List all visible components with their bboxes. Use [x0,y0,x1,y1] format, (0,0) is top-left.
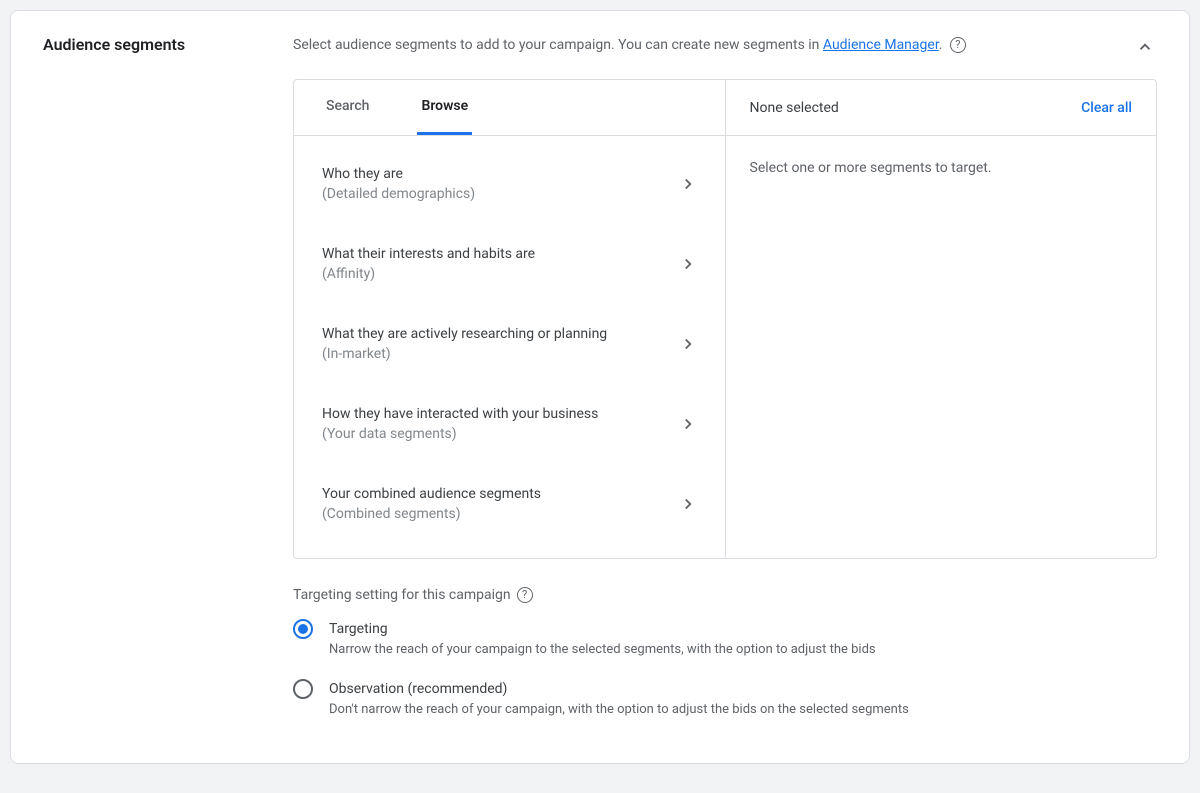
category-subtitle: (Your data segments) [322,424,667,444]
radio-desc: Don't narrow the reach of your campaign,… [329,701,909,719]
radio-text: Observation (recommended) Don't narrow t… [329,679,909,719]
desc-prefix: Select audience segments to add to your … [293,37,823,53]
category-text: What their interests and habits are (Aff… [322,244,679,284]
category-combined[interactable]: Your combined audience segments (Combine… [294,464,725,544]
targeting-heading: Targeting setting for this campaign ? [293,587,1157,603]
card-header: Audience segments Select audience segmen… [43,35,1157,59]
selected-header: None selected Clear all [726,80,1157,136]
category-text: Who they are (Detailed demographics) [322,164,679,204]
radio-button-icon [293,619,313,639]
category-list: Who they are (Detailed demographics) Wha… [294,136,725,552]
header-right: Select audience segments to add to your … [293,35,1157,59]
tab-search[interactable]: Search [322,80,373,135]
category-subtitle: (Affinity) [322,264,667,284]
category-title: Who they are [322,164,667,184]
category-title: Your combined audience segments [322,484,667,504]
radio-button-icon [293,679,313,699]
selected-count-label: None selected [750,100,839,116]
category-subtitle: (Combined segments) [322,504,667,524]
help-icon[interactable]: ? [950,37,966,53]
category-title: What their interests and habits are [322,244,667,264]
chevron-right-icon [679,495,697,513]
category-title: How they have interacted with your busin… [322,404,667,424]
clear-all-button[interactable]: Clear all [1081,100,1132,116]
desc-suffix: . [939,37,943,53]
radio-desc: Narrow the reach of your campaign to the… [329,641,876,659]
targeting-section: Targeting setting for this campaign ? Ta… [293,587,1157,719]
radio-title: Observation (recommended) [329,679,909,699]
radio-title: Targeting [329,619,876,639]
left-pane: Search Browse Who they are (Detailed dem… [294,80,726,558]
category-text: What they are actively researching or pl… [322,324,679,364]
chevron-right-icon [679,415,697,433]
chevron-right-icon [679,255,697,273]
category-your-data[interactable]: How they have interacted with your busin… [294,384,725,464]
collapse-button[interactable] [1133,35,1157,59]
chevron-right-icon [679,335,697,353]
audience-segments-card: Audience segments Select audience segmen… [10,10,1190,764]
audience-manager-link[interactable]: Audience Manager [823,37,939,53]
chevron-up-icon [1136,38,1154,56]
selected-empty-text: Select one or more segments to target. [726,136,1157,200]
category-affinity[interactable]: What their interests and habits are (Aff… [294,224,725,304]
radio-text: Targeting Narrow the reach of your campa… [329,619,876,659]
category-subtitle: (Detailed demographics) [322,184,667,204]
main-area: Search Browse Who they are (Detailed dem… [293,79,1157,719]
chevron-right-icon [679,175,697,193]
category-title: What they are actively researching or pl… [322,324,667,344]
category-text: How they have interacted with your busin… [322,404,679,444]
radio-observation[interactable]: Observation (recommended) Don't narrow t… [293,679,1157,719]
tabs: Search Browse [294,80,725,136]
right-pane: None selected Clear all Select one or mo… [726,80,1157,558]
help-icon[interactable]: ? [517,587,533,603]
tab-browse[interactable]: Browse [417,80,472,135]
panel-description: Select audience segments to add to your … [293,35,966,55]
category-in-market[interactable]: What they are actively researching or pl… [294,304,725,384]
category-demographics[interactable]: Who they are (Detailed demographics) [294,144,725,224]
segments-box: Search Browse Who they are (Detailed dem… [293,79,1157,559]
radio-targeting[interactable]: Targeting Narrow the reach of your campa… [293,619,1157,659]
category-text: Your combined audience segments (Combine… [322,484,679,524]
targeting-heading-text: Targeting setting for this campaign [293,587,511,603]
category-subtitle: (In-market) [322,344,667,364]
panel-title: Audience segments [43,35,253,54]
